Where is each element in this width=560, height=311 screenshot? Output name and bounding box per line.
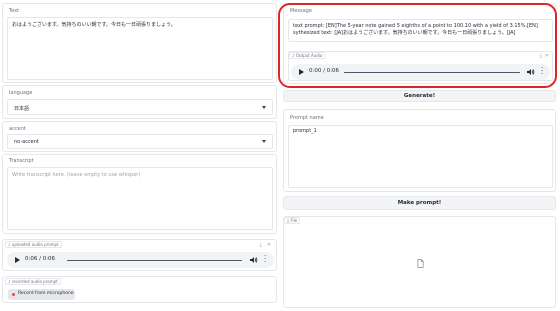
file-icon[interactable] (417, 259, 424, 268)
text-panel: Text おはようございます。気持ちのいい朝です。今日も一日頑張りましょう。 (2, 3, 277, 83)
uploaded-audio-tag-label: uploaded audio prompt (11, 242, 59, 247)
accent-panel: accent no-accent (2, 121, 277, 152)
uploaded-audio-player[interactable]: 0:06 / 0:06 · · · (7, 252, 274, 268)
generate-button[interactable]: Generate! (283, 90, 556, 102)
chevron-down-icon (262, 106, 266, 109)
file-tag: ▯ File (284, 217, 301, 224)
prompt-name-label: Prompt name (290, 115, 324, 121)
accent-label: accent (9, 126, 26, 132)
transcript-label: Transcript (9, 158, 34, 164)
accent-select[interactable]: no-accent (7, 134, 273, 149)
music-note-icon: ♪ (8, 279, 11, 284)
chevron-down-icon (262, 140, 266, 143)
close-icon[interactable]: ✕ (267, 242, 271, 248)
uploaded-audio-panel: ♪ uploaded audio prompt ⤓ ✕ 0:06 / 0:06 … (2, 239, 277, 271)
recorded-audio-tag: ♪ recorded audio prompt (5, 278, 61, 285)
uploaded-audio-progress[interactable] (67, 259, 242, 261)
accent-select-value: no-accent (14, 139, 39, 145)
record-dot-icon (12, 293, 15, 296)
highlight-annotation (278, 3, 557, 88)
download-icon[interactable]: ⤓ (260, 242, 262, 248)
record-from-microphone-button[interactable]: Record from microphone (8, 289, 75, 300)
uploaded-audio-tag: ♪ uploaded audio prompt (5, 241, 62, 248)
language-select-value: 日本語 (14, 106, 30, 112)
prompt-name-panel: Prompt name prompt_1 (283, 109, 556, 192)
text-input[interactable]: おはようございます。気持ちのいい朝です。今日も一日頑張りましょう。 (7, 17, 273, 80)
text-label: Text (9, 8, 20, 14)
transcript-placeholder: Write transcript here. (leave empty to u… (12, 172, 141, 178)
make-prompt-button[interactable]: Make prompt! (283, 196, 556, 210)
record-button-label: Record from microphone (18, 291, 74, 296)
language-label: language (9, 90, 33, 96)
more-options-icon[interactable]: · · · (264, 253, 267, 266)
language-select[interactable]: 日本語 (7, 99, 273, 115)
transcript-panel: Transcript Write transcript here. (leave… (2, 154, 277, 234)
uploaded-audio-time: 0:06 / 0:06 (25, 256, 56, 262)
file-upload-panel[interactable]: ▯ File (283, 216, 556, 308)
text-input-value: おはようございます。気持ちのいい朝です。今日も一日頑張りましょう。 (12, 22, 176, 28)
prompt-name-input[interactable]: prompt_1 (288, 125, 553, 188)
file-small-icon: ▯ (287, 218, 290, 223)
music-note-icon: ♪ (8, 242, 11, 247)
play-icon[interactable] (15, 257, 20, 263)
prompt-name-value: prompt_1 (293, 128, 317, 134)
file-tag-label: File (290, 218, 298, 223)
language-panel: language 日本語 (2, 85, 277, 119)
transcript-input[interactable]: Write transcript here. (leave empty to u… (7, 167, 273, 230)
recorded-audio-panel: ♪ recorded audio prompt Record from micr… (2, 276, 277, 303)
recorded-audio-tag-label: recorded audio prompt (11, 279, 58, 284)
volume-icon[interactable] (250, 256, 258, 264)
